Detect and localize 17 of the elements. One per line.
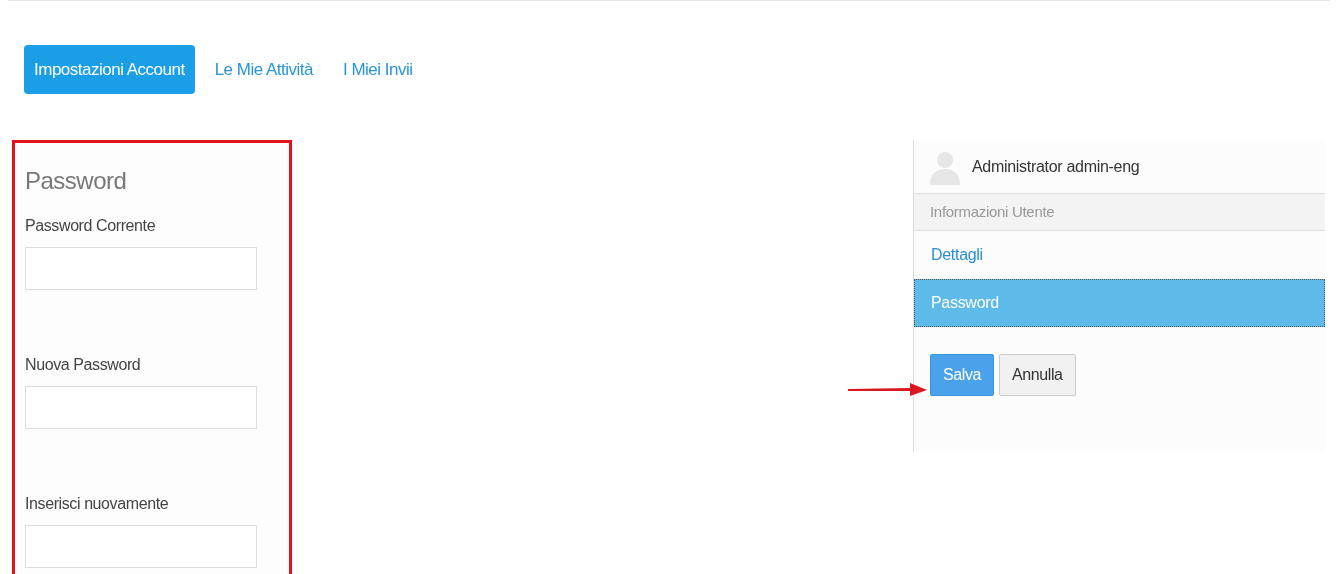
arrow-icon — [848, 383, 928, 397]
save-button[interactable]: Salva — [930, 354, 995, 396]
tab[interactable]: I Miei Invii — [333, 45, 423, 94]
tab[interactable]: Impostazioni Account — [24, 45, 195, 94]
password-field[interactable] — [25, 525, 257, 568]
menu-item[interactable]: Password — [914, 279, 1325, 327]
field-label: Nuova Password — [25, 356, 142, 374]
panel-title: Password — [25, 167, 128, 195]
password-field[interactable] — [25, 386, 257, 429]
cancel-button[interactable]: Annulla — [999, 354, 1076, 396]
password-field[interactable] — [25, 247, 257, 290]
field-label: Password Corrente — [25, 217, 157, 235]
user-name: Administrator admin-eng — [972, 157, 1140, 176]
tab[interactable]: Le Mie Attività — [204, 45, 323, 94]
menu-header: Informazioni Utente — [914, 194, 1325, 231]
menu-item[interactable]: Dettagli — [914, 231, 1325, 279]
field-label: Inserisci nuovamente — [25, 495, 170, 513]
